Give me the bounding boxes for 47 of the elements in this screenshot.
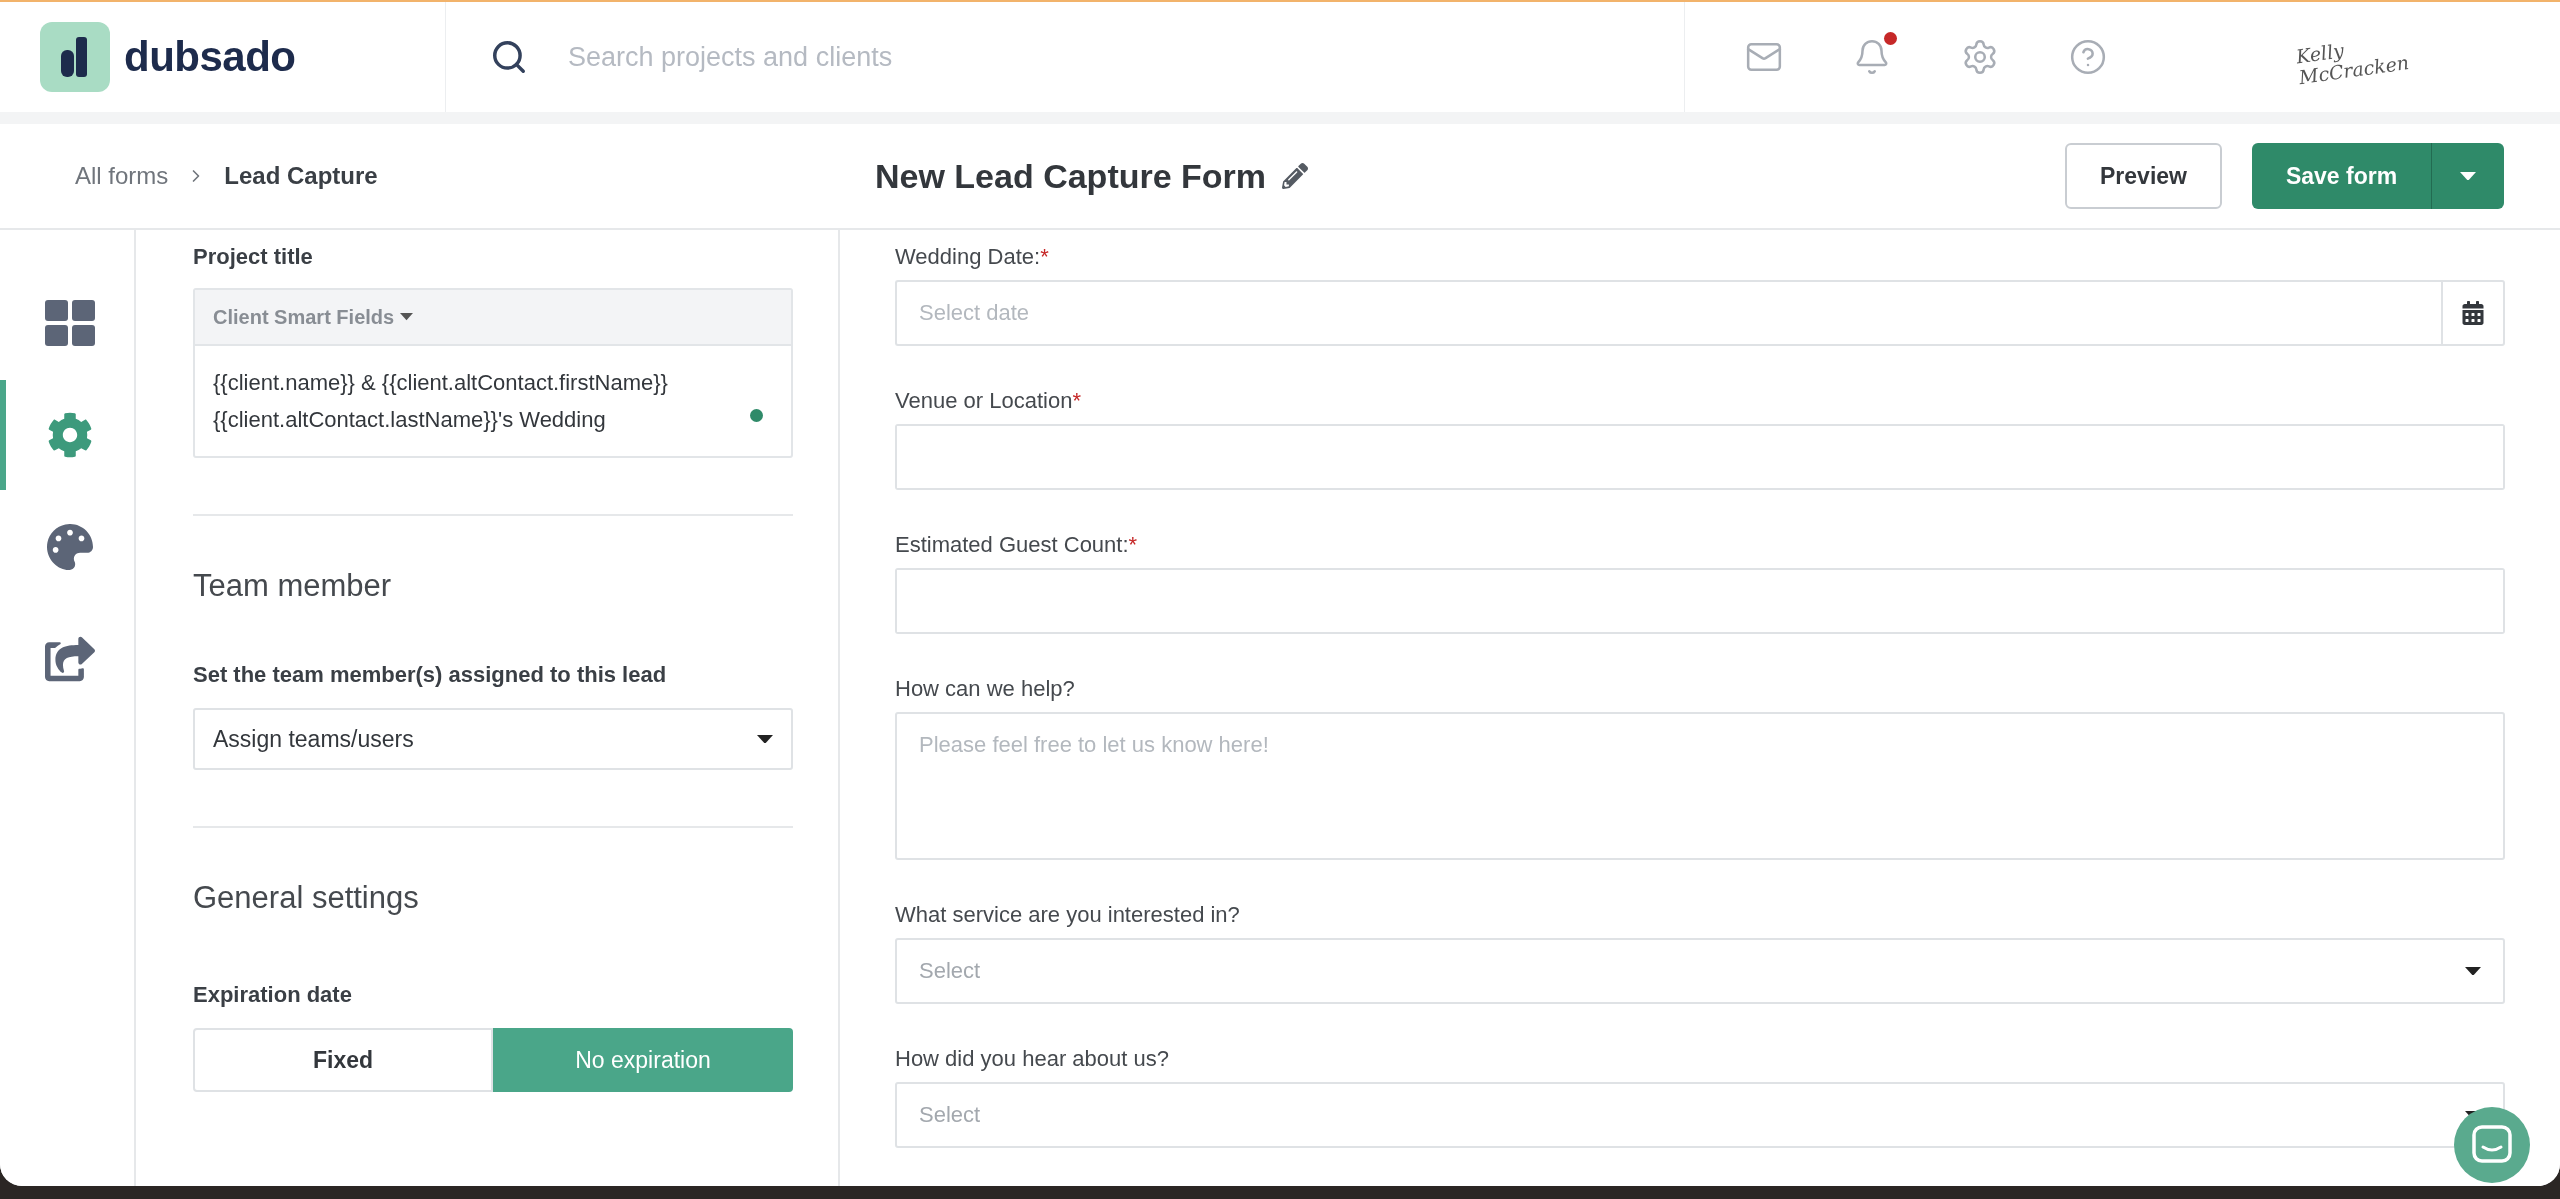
grid-icon [45, 300, 95, 346]
logo-icon [40, 22, 110, 92]
field-label: Wedding Date:* [895, 244, 1050, 270]
logo-text: dubsado [124, 33, 296, 81]
text-field[interactable] [895, 424, 2505, 490]
palette-icon [47, 524, 93, 570]
caret-icon [2465, 966, 2481, 976]
field-label: Estimated Guest Count:* [895, 532, 1139, 558]
required-mark: * [1072, 388, 1081, 413]
section-heading: General settings [193, 880, 420, 916]
settings-icon [47, 412, 93, 458]
edit-icon[interactable] [1282, 163, 1309, 189]
search-icon [490, 38, 528, 76]
save-button[interactable]: Save form [2252, 143, 2432, 209]
caret-icon [2460, 171, 2476, 181]
share-icon [45, 634, 95, 684]
breadcrumb-link[interactable]: Lead Capture [224, 162, 378, 190]
text-field[interactable] [895, 568, 2505, 634]
calendar-button[interactable] [2441, 280, 2505, 346]
date-field[interactable]: Select date [895, 280, 2441, 346]
breadcrumb-link[interactable]: All forms [75, 162, 169, 190]
field-label: Project title [193, 244, 314, 270]
expiration-option[interactable]: Fixed [193, 1028, 493, 1092]
project-title-text: {{client.name}} & {{client.altContact.firstName}} {{client.altContact.lastName}}'s Wedding [195, 346, 791, 456]
field-label: Venue or Location* [895, 388, 1082, 414]
field-label: What service are you interested in? [895, 902, 1241, 928]
message-field[interactable]: Please feel free to let us know here! [895, 712, 2505, 860]
form-title: New Lead Capture Form [875, 156, 1267, 196]
field-label: How did you hear about us? [895, 1046, 1170, 1072]
field-label: How can we help? [895, 676, 1076, 702]
project-title-field[interactable]: Client Smart Fields {{client.name}} & {{client.altContact.firstName}} {{client.altContact.lastName}}'s Wedding [193, 288, 793, 458]
required-mark: * [1040, 244, 1049, 269]
field-label: Set the team member(s) assigned to this lead [193, 662, 668, 688]
signature[interactable]: Kelly McCracken [2294, 25, 2450, 89]
chat-icon [2472, 1125, 2512, 1165]
status-dot [750, 409, 763, 422]
caret-icon [757, 734, 773, 744]
section-heading: Team member [193, 568, 393, 604]
calendar-icon [2461, 301, 2485, 325]
required-mark: * [1128, 532, 1138, 557]
field-label: Expiration date [193, 982, 353, 1008]
settings-icon [1961, 38, 1999, 76]
help-icon [2069, 38, 2107, 76]
team-select[interactable]: Assign teams/users [193, 708, 793, 770]
preview-button[interactable]: Preview [2065, 143, 2222, 209]
caret-icon [400, 313, 414, 321]
search-field[interactable]: Search projects and clients [566, 40, 1266, 74]
